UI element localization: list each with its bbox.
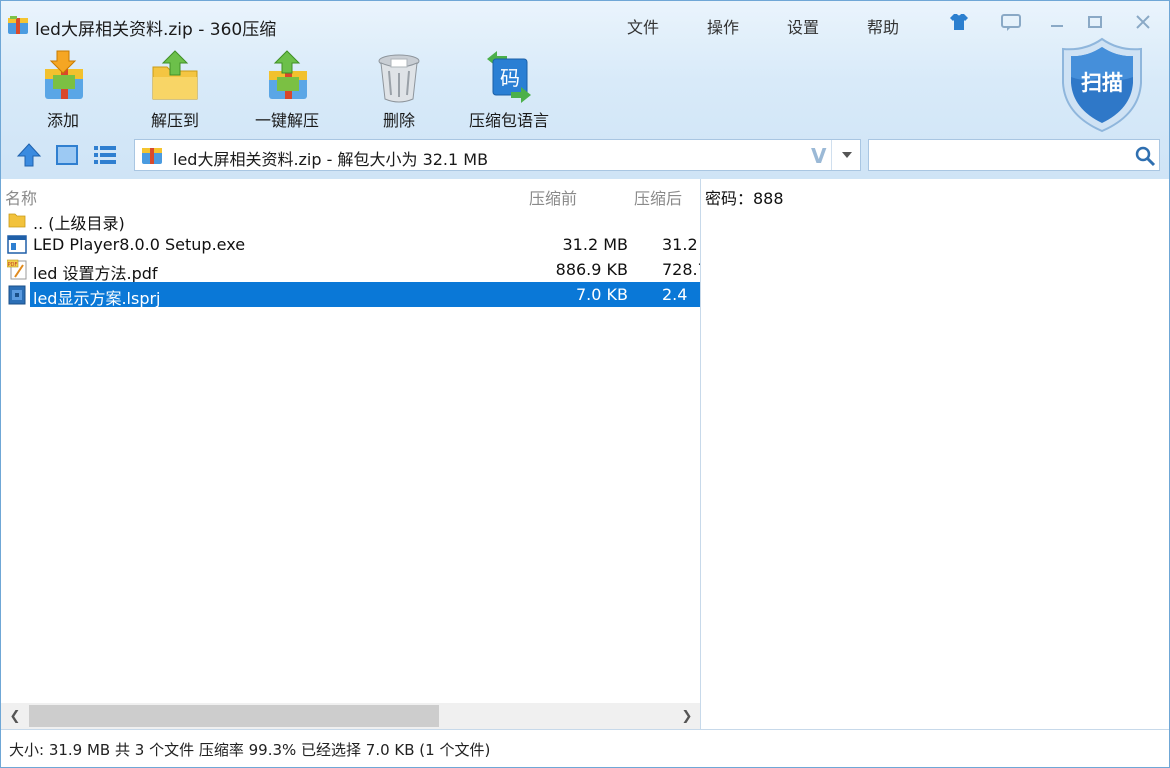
- comment-pane: 密码：888: [703, 179, 1169, 729]
- close-icon[interactable]: [1131, 11, 1155, 33]
- code-language-icon: 码: [487, 51, 531, 103]
- menu-help[interactable]: 帮助: [867, 14, 899, 38]
- thumbnail-view-icon[interactable]: [53, 141, 81, 169]
- delete-button[interactable]: 删除: [349, 45, 449, 131]
- extract-to-folder-icon: [152, 50, 198, 100]
- address-dropdown-button[interactable]: [831, 140, 861, 170]
- window-title: led大屏相关资料.zip - 360压缩: [35, 20, 277, 40]
- file-packed-size: 2.4: [662, 285, 688, 304]
- horizontal-scrollbar[interactable]: ❮ ❯: [1, 703, 700, 729]
- file-size: 7.0 KB: [576, 285, 628, 304]
- archive-comment: 密码：888: [705, 189, 784, 208]
- file-packed-size: 31.2: [662, 235, 698, 254]
- column-header-packed[interactable]: 压缩后: [634, 185, 682, 209]
- file-packed-size: 728.7: [662, 260, 700, 279]
- column-header-size[interactable]: 压缩前: [529, 185, 577, 209]
- minimize-icon[interactable]: [1045, 11, 1069, 33]
- zip-archive-icon: [142, 148, 162, 164]
- table-row[interactable]: LED Player8.0.0 Setup.exe 31.2 MB 31.2: [1, 232, 700, 257]
- extract-to-button[interactable]: 解压到: [125, 45, 225, 131]
- status-text: 大小: 31.9 MB 共 3 个文件 压缩率 99.3% 已经选择 7.0 K…: [9, 741, 491, 759]
- table-row[interactable]: .. (上级目录): [1, 207, 700, 233]
- file-name: LED Player8.0.0 Setup.exe: [33, 235, 246, 254]
- extract-to-button-label: 解压到: [150, 111, 199, 130]
- delete-button-label: 删除: [382, 111, 415, 130]
- scan-button[interactable]: 扫描: [1059, 37, 1145, 133]
- file-size: 31.2 MB: [562, 235, 629, 254]
- search-input[interactable]: [873, 144, 1129, 166]
- verify-icon[interactable]: V: [811, 144, 826, 168]
- folder-up-icon: [8, 213, 26, 228]
- lsprj-file-icon: [8, 285, 26, 305]
- search-icon[interactable]: [1133, 144, 1157, 168]
- app-window: led大屏相关资料.zip - 360压缩 文件 操作 设置 帮助 添加 解压到…: [0, 0, 1170, 768]
- table-row-selected[interactable]: led显示方案.lsprj 7.0 KB 2.4: [1, 282, 700, 308]
- scroll-right-icon[interactable]: ❯: [677, 705, 697, 727]
- add-archive-icon: [45, 50, 83, 99]
- file-name: .. (上级目录): [33, 214, 125, 233]
- one-click-extract-button-label: 一键解压: [254, 111, 319, 130]
- zip-archive-icon: [8, 16, 28, 34]
- scroll-left-icon[interactable]: ❮: [5, 705, 25, 727]
- add-button-label: 添加: [46, 111, 79, 130]
- scrollbar-thumb[interactable]: [29, 705, 439, 727]
- address-bar[interactable]: led大屏相关资料.zip - 解包大小为 32.1 MB V: [134, 139, 861, 171]
- archive-language-button-label: 压缩包语言: [468, 111, 549, 130]
- list-view-icon[interactable]: [91, 141, 119, 169]
- skin-icon[interactable]: [947, 11, 971, 33]
- table-row[interactable]: PDF led 设置方法.pdf 886.9 KB 728.7: [1, 257, 700, 283]
- exe-file-icon: [7, 235, 27, 254]
- svg-text:PDF: PDF: [8, 262, 18, 268]
- address-path: led大屏相关资料.zip - 解包大小为 32.1 MB: [173, 150, 489, 169]
- feedback-icon[interactable]: [999, 11, 1023, 33]
- add-button[interactable]: 添加: [13, 45, 113, 131]
- file-name: led 设置方法.pdf: [33, 264, 158, 283]
- file-name: led显示方案.lsprj: [33, 289, 161, 308]
- pdf-file-icon: PDF: [7, 259, 27, 280]
- one-click-extract-button[interactable]: 一键解压: [237, 45, 337, 131]
- scan-label: 扫描: [1081, 71, 1123, 95]
- one-click-extract-icon: [269, 50, 307, 99]
- title-bar: led大屏相关资料.zip - 360压缩 文件 操作 设置 帮助: [1, 1, 1169, 47]
- chevron-down-icon: [841, 152, 852, 158]
- search-box[interactable]: [868, 139, 1160, 171]
- svg-text:码: 码: [500, 66, 520, 90]
- menu-file[interactable]: 文件: [627, 14, 659, 38]
- file-list: 名称 压缩前 压缩后 .. (上级目录) LED Player8.0.0 Set…: [1, 179, 701, 729]
- menu-settings[interactable]: 设置: [787, 14, 819, 38]
- status-bar: 大小: 31.9 MB 共 3 个文件 压缩率 99.3% 已经选择 7.0 K…: [1, 729, 1169, 767]
- archive-language-button[interactable]: 码 压缩包语言: [459, 45, 559, 131]
- trash-can-icon: [378, 54, 420, 103]
- restore-icon[interactable]: [1083, 11, 1107, 33]
- column-header-name[interactable]: 名称: [5, 185, 37, 209]
- top-chrome: led大屏相关资料.zip - 360压缩 文件 操作 设置 帮助 添加 解压到…: [1, 1, 1169, 179]
- up-arrow-icon[interactable]: [15, 141, 43, 169]
- file-size: 886.9 KB: [555, 260, 628, 279]
- menu-operation[interactable]: 操作: [707, 14, 739, 38]
